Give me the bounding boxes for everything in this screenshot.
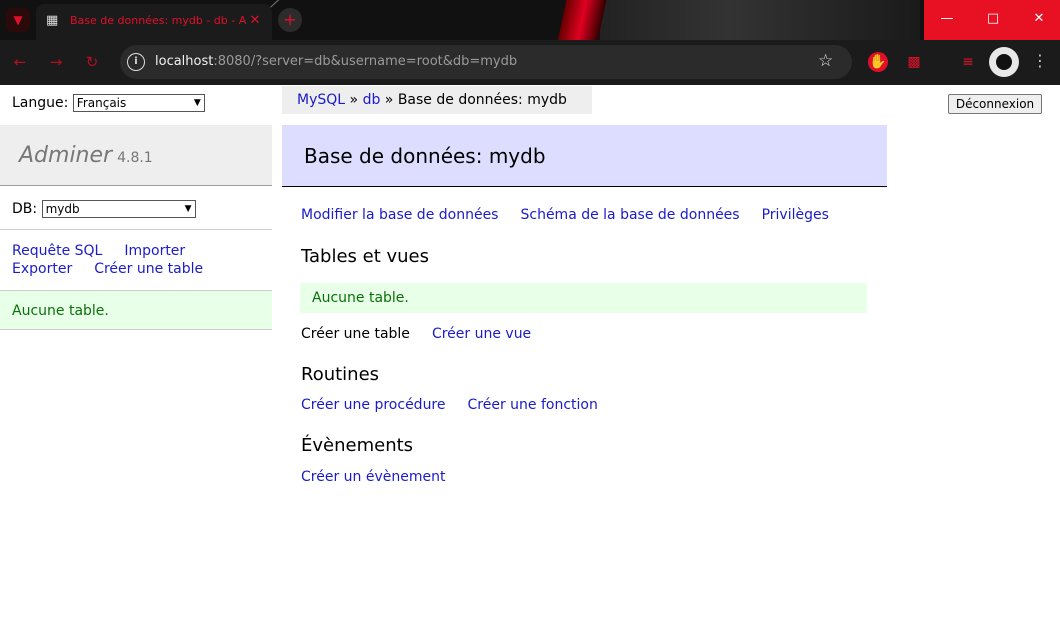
profile-avatar[interactable] bbox=[989, 47, 1019, 77]
extensions-puzzle-icon[interactable]: ▩ bbox=[904, 52, 924, 72]
maximize-button[interactable]: □ bbox=[970, 0, 1016, 40]
adminer-favicon-icon: ▦ bbox=[46, 13, 59, 28]
url-host: localhost bbox=[155, 54, 214, 69]
sql-query-link[interactable]: Requête SQL bbox=[12, 243, 102, 259]
bookmark-star-icon[interactable]: ☆ bbox=[818, 51, 833, 71]
create-table-link[interactable]: Créer une table bbox=[301, 326, 410, 342]
breadcrumb-link-db[interactable]: db bbox=[363, 92, 381, 108]
db-value: mydb bbox=[45, 202, 80, 216]
tab-search-icon[interactable]: ▼ bbox=[6, 8, 30, 32]
menu-kebab-icon[interactable]: ⋮ bbox=[1032, 51, 1048, 70]
create-function-link[interactable]: Créer une fonction bbox=[468, 397, 598, 413]
close-window-button[interactable]: ✕ bbox=[1016, 0, 1060, 40]
tab-close-icon[interactable]: ✕ bbox=[246, 12, 264, 30]
divider bbox=[0, 229, 272, 230]
adblock-extension-icon[interactable]: ✋ bbox=[868, 52, 888, 72]
forward-arrow-icon[interactable]: → bbox=[46, 52, 66, 72]
breadcrumb-separator: » bbox=[384, 92, 394, 108]
minimize-button[interactable]: — bbox=[924, 0, 970, 40]
language-value: Français bbox=[76, 96, 127, 110]
breadcrumb-link-mysql[interactable]: MySQL bbox=[297, 92, 345, 108]
tables-heading: Tables et vues bbox=[301, 246, 430, 267]
alter-database-link[interactable]: Modifier la base de données bbox=[301, 207, 498, 223]
browser-tab-bar: ▼ ▦ Base de données: mydb - db - A ✕ + —… bbox=[0, 0, 1060, 40]
new-tab-button[interactable]: + bbox=[278, 8, 302, 32]
breadcrumb: MySQL » db » Base de données: mydb bbox=[282, 86, 592, 114]
app-logo[interactable]: Adminer 4.8.1 bbox=[19, 143, 153, 168]
language-select[interactable]: Français ▼ bbox=[72, 94, 205, 112]
database-links: Modifier la base de données Schéma de la … bbox=[301, 207, 851, 223]
app-name: Adminer bbox=[19, 143, 113, 168]
site-info-icon[interactable]: i bbox=[127, 53, 145, 71]
routines-heading: Routines bbox=[301, 364, 380, 385]
breadcrumb-separator: » bbox=[349, 92, 359, 108]
sidebar-links: Requête SQL Importer Exporter Créer une ta… bbox=[12, 242, 262, 278]
chevron-down-icon: ▼ bbox=[184, 204, 192, 214]
background-decoration bbox=[600, 0, 920, 40]
logout-button[interactable]: Déconnexion bbox=[948, 94, 1042, 114]
browser-tab[interactable]: ▦ Base de données: mydb - db - A ✕ bbox=[36, 4, 272, 40]
address-bar[interactable]: i localhost:8080/?server=db&username=roo… bbox=[120, 45, 852, 79]
db-label: DB: bbox=[12, 201, 38, 217]
app-version: 4.8.1 bbox=[117, 150, 153, 166]
url-text[interactable]: localhost:8080/?server=db&username=root&… bbox=[155, 54, 517, 69]
background-decoration bbox=[553, 0, 607, 40]
chevron-down-icon: ▼ bbox=[193, 98, 201, 108]
sidebar-header: Adminer 4.8.1 bbox=[0, 125, 272, 186]
routine-actions: Créer une procédure Créer une fonction bbox=[301, 397, 620, 413]
language-selector: Langue: Français ▼ bbox=[12, 94, 205, 112]
back-arrow-icon[interactable]: ← bbox=[10, 52, 30, 72]
page-header: Base de données: mydb bbox=[282, 125, 887, 187]
table-actions: Créer une table Créer une vue bbox=[301, 326, 553, 342]
event-actions: Créer un évènement bbox=[301, 469, 467, 485]
import-link[interactable]: Importer bbox=[124, 243, 185, 259]
db-select[interactable]: mydb ▼ bbox=[41, 200, 196, 218]
browser-toolbar: ← → ↻ i localhost:8080/?server=db&userna… bbox=[0, 40, 1060, 85]
media-queue-icon[interactable]: ≡ bbox=[958, 52, 978, 72]
language-label: Langue: bbox=[12, 95, 69, 111]
privileges-link[interactable]: Privilèges bbox=[762, 207, 829, 223]
breadcrumb-current: Base de données: mydb bbox=[397, 92, 567, 108]
tab-title: Base de données: mydb - db - A bbox=[70, 14, 247, 27]
create-procedure-link[interactable]: Créer une procédure bbox=[301, 397, 446, 413]
page-title: Base de données: mydb bbox=[304, 144, 546, 168]
no-tables-message: Aucune table. bbox=[300, 283, 867, 313]
sidebar-no-tables-message: Aucune table. bbox=[0, 290, 272, 330]
db-selector: DB: mydb ▼ bbox=[12, 200, 196, 218]
reload-icon[interactable]: ↻ bbox=[82, 52, 102, 72]
url-path: :8080/?server=db&username=root&db=mydb bbox=[213, 54, 518, 69]
create-view-link[interactable]: Créer une vue bbox=[432, 326, 531, 342]
create-table-link[interactable]: Créer une table bbox=[94, 261, 203, 277]
export-link[interactable]: Exporter bbox=[12, 261, 72, 277]
events-heading: Évènements bbox=[301, 435, 414, 456]
create-event-link[interactable]: Créer un évènement bbox=[301, 469, 445, 485]
database-schema-link[interactable]: Schéma de la base de données bbox=[520, 207, 739, 223]
